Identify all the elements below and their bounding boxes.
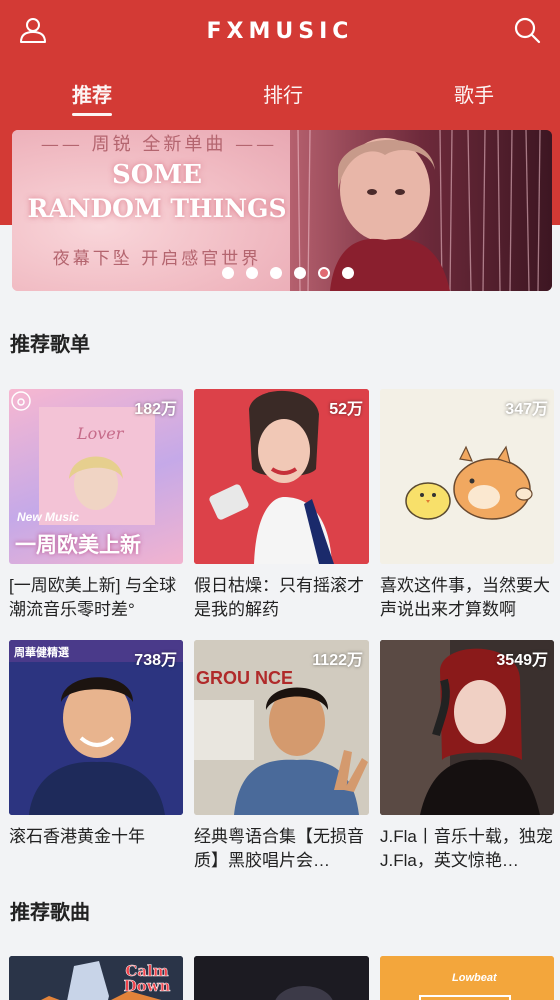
banner-title-line1: SOME <box>111 160 203 190</box>
app-root: FXMUSIC 推荐 排行 歌手 —— 周锐 全新单曲 —— SOME RAND… <box>0 0 560 1000</box>
playlist-grid: Lover New Music 一周欧美上新 182万 [一周欧美上新] 与全球… <box>9 389 554 873</box>
playlist-card[interactable]: 347万 喜欢这件事，当然要大声说出来才算数啊 <box>380 389 554 622</box>
playlist-cover: GROU NCE 1122万 <box>194 640 369 815</box>
promo-banner[interactable]: —— 周锐 全新单曲 —— SOME RANDOM THINGS 夜幕下坠 开启… <box>12 130 552 291</box>
playlist-card[interactable]: 周華健精選 738万 滚石香港黄金十年 <box>9 640 183 873</box>
playlist-title: 喜欢这件事，当然要大声说出来才算数啊 <box>380 576 550 619</box>
play-count: 182万 <box>134 401 177 418</box>
play-count: 3549万 <box>496 652 548 669</box>
app-title: FXMUSIC <box>206 18 354 44</box>
tab-singers[interactable]: 歌手 <box>454 76 494 116</box>
playlist-title: 滚石香港黄金十年 <box>9 827 145 846</box>
banner-dot[interactable] <box>294 267 306 279</box>
banner-dot-active[interactable] <box>318 267 330 279</box>
playlist-cover: 52万 <box>194 389 369 564</box>
banner-dot[interactable] <box>222 267 234 279</box>
playlist-title: 经典粤语合集【无损音质】黑胶唱片会… <box>194 827 364 870</box>
play-count: 738万 <box>134 652 177 669</box>
user-icon[interactable] <box>17 14 49 46</box>
banner-pagination <box>12 267 552 279</box>
playlist-title: [一周欧美上新] 与全球潮流音乐零时差° <box>9 576 177 619</box>
song-card[interactable]: Lowbeat <box>380 956 554 1000</box>
playlist-cover: 周華健精選 738万 <box>9 640 183 815</box>
playlist-card[interactable]: Lover New Music 一周欧美上新 182万 [一周欧美上新] 与全球… <box>9 389 183 622</box>
playlist-title: J.Fla丨音乐十载，独宠J.Fla，英文惊艳… <box>380 827 553 870</box>
song-card[interactable]: Calm Down <box>9 956 183 1000</box>
cover-caption-top: New Music <box>17 510 80 524</box>
playlist-card[interactable]: 52万 假日枯燥：只有摇滚才是我的解药 <box>194 389 369 622</box>
playlist-card[interactable]: GROU NCE 1122万 经典粤语合集【无损音质】黑胶唱片会… <box>194 640 369 873</box>
top-bar: FXMUSIC <box>0 0 560 62</box>
play-count: 1122万 <box>312 652 363 669</box>
tab-ranking[interactable]: 排行 <box>263 76 303 116</box>
cover-script-text: Lover <box>76 424 125 443</box>
banner-dot[interactable] <box>342 267 354 279</box>
song-cover-caption: Calm Down <box>123 962 171 995</box>
playlist-card[interactable]: 3549万 J.Fla丨音乐十载，独宠J.Fla，英文惊艳… <box>380 640 554 873</box>
tab-bar: 推荐 排行 歌手 <box>0 76 560 120</box>
cover-caption-top: 周華健精選 <box>14 647 69 659</box>
banner-subtitle: 夜幕下坠 开启感官世界 <box>52 249 262 269</box>
play-count: 52万 <box>329 401 363 418</box>
banner-dot[interactable] <box>270 267 282 279</box>
playlist-cover: Lover New Music 一周欧美上新 182万 <box>9 389 183 564</box>
playlist-cover: 3549万 <box>380 640 554 815</box>
play-count: 347万 <box>505 401 548 418</box>
cover-caption-top: GROU NCE <box>196 668 294 688</box>
playlist-title: 假日枯燥：只有摇滚才是我的解药 <box>194 576 364 619</box>
banner-top-line: —— 周锐 全新单曲 —— <box>40 134 278 155</box>
section-title-playlists: 推荐歌单 <box>10 334 90 356</box>
cover-caption-main: 一周欧美上新 <box>15 534 141 557</box>
tab-recommend[interactable]: 推荐 <box>72 76 112 116</box>
song-row: Calm Down Lowbeat <box>9 956 554 1000</box>
search-icon[interactable] <box>511 14 543 46</box>
song-card[interactable] <box>194 956 369 1000</box>
section-title-songs: 推荐歌曲 <box>10 902 90 924</box>
banner-title-line2: RANDOM THINGS <box>27 194 287 223</box>
playlist-cover: 347万 <box>380 389 554 564</box>
song-cover-caption: Lowbeat <box>452 972 497 984</box>
banner-dot[interactable] <box>246 267 258 279</box>
